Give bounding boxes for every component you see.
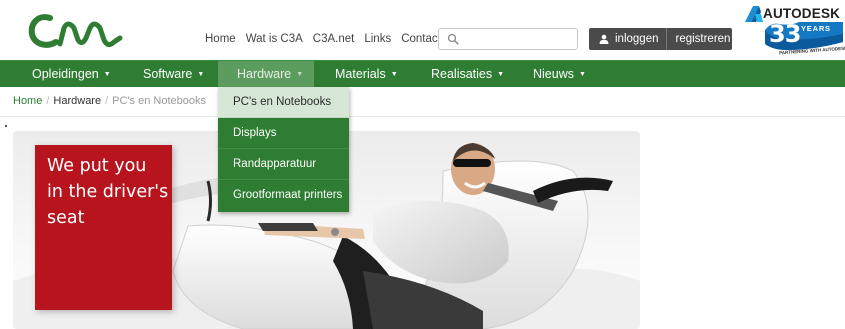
caret-down-icon: ▼ [579,71,586,78]
search-icon [447,33,459,45]
dropdown-item-randapparatuur[interactable]: Randapparatuur [218,149,349,180]
banner-tagline-box: We put you in the driver's seat [35,145,172,310]
top-link-contact[interactable]: Contact [401,33,441,45]
caret-down-icon: ▼ [296,71,304,78]
autodesk-partner-badge[interactable]: AUTODESK 33 YEARS PARTNERING WITH AUTODE… [743,4,845,60]
register-button[interactable]: registreren [667,33,738,45]
breadcrumb-current: PC's en Notebooks [112,95,206,107]
top-link-c3a-net[interactable]: C3A.net [313,33,355,45]
login-label: inloggen [615,33,659,45]
top-link-home[interactable]: Home [205,33,236,45]
caret-down-icon: ▼ [497,71,505,78]
banner-tagline: We put you in the driver's seat [47,153,172,231]
nav-label: Realisaties [431,67,493,81]
dropdown-item-displays[interactable]: Displays [218,118,349,149]
top-link-wat-is-c3a[interactable]: Wat is C3A [246,33,303,45]
dropdown-item-pcs-en-notebooks[interactable]: PC's en Notebooks [218,87,349,118]
hardware-dropdown-menu: PC's en Notebooks Displays Randapparatuu… [218,87,349,212]
nav-label: Opleidingen [32,67,99,81]
nav-label: Software [143,67,193,81]
breadcrumb-separator: / [46,95,50,107]
nav-item-materials[interactable]: Materials ▼ [335,61,398,88]
banner-tagline-line-1: We put you [47,156,147,176]
caret-down-icon: ▼ [103,71,111,78]
c3a-logo[interactable] [28,10,128,52]
breadcrumb-hardware[interactable]: Hardware [53,95,101,107]
nav-item-realisaties[interactable]: Realisaties ▼ [431,61,504,88]
breadcrumb: Home / Hardware / PC's en Notebooks [13,95,206,107]
login-button[interactable]: inloggen [589,28,668,50]
nav-item-software[interactable]: Software ▼ [143,61,204,88]
main-navigation: Opleidingen ▼ Software ▼ Hardware ▼ Materia… [0,60,845,88]
search-box[interactable] [438,28,578,50]
breadcrumb-home[interactable]: Home [13,95,42,107]
banner-tagline-line-2: in the driver's [47,182,169,202]
dropdown-item-grootformaat-printers[interactable]: Grootformaat printers [218,180,349,212]
user-icon [599,34,609,44]
divider [0,116,845,117]
top-link-links[interactable]: Links [364,33,391,45]
header: Home Wat is C3A C3A.net Links Contact in… [0,0,845,60]
search-input[interactable] [465,31,573,47]
nav-item-nieuws[interactable]: Nieuws ▼ [533,61,586,88]
decorative-dot [5,125,7,127]
years-label: YEARS [801,24,831,33]
breadcrumb-separator: / [105,95,109,107]
nav-label: Hardware [237,67,292,81]
top-navigation: Home Wat is C3A C3A.net Links Contact [205,33,451,45]
nav-item-hardware[interactable]: Hardware ▼ [218,61,314,88]
autodesk-brand: AUTODESK [763,6,841,21]
years-number: 33 [769,20,801,48]
banner-tagline-line-3: seat [47,208,85,228]
auth-bar: inloggen registreren [589,28,732,50]
nav-label: Nieuws [533,67,574,81]
caret-down-icon: ▼ [197,71,205,78]
nav-item-opleidingen[interactable]: Opleidingen ▼ [32,61,111,88]
caret-down-icon: ▼ [390,71,398,78]
nav-label: Materials [335,67,386,81]
